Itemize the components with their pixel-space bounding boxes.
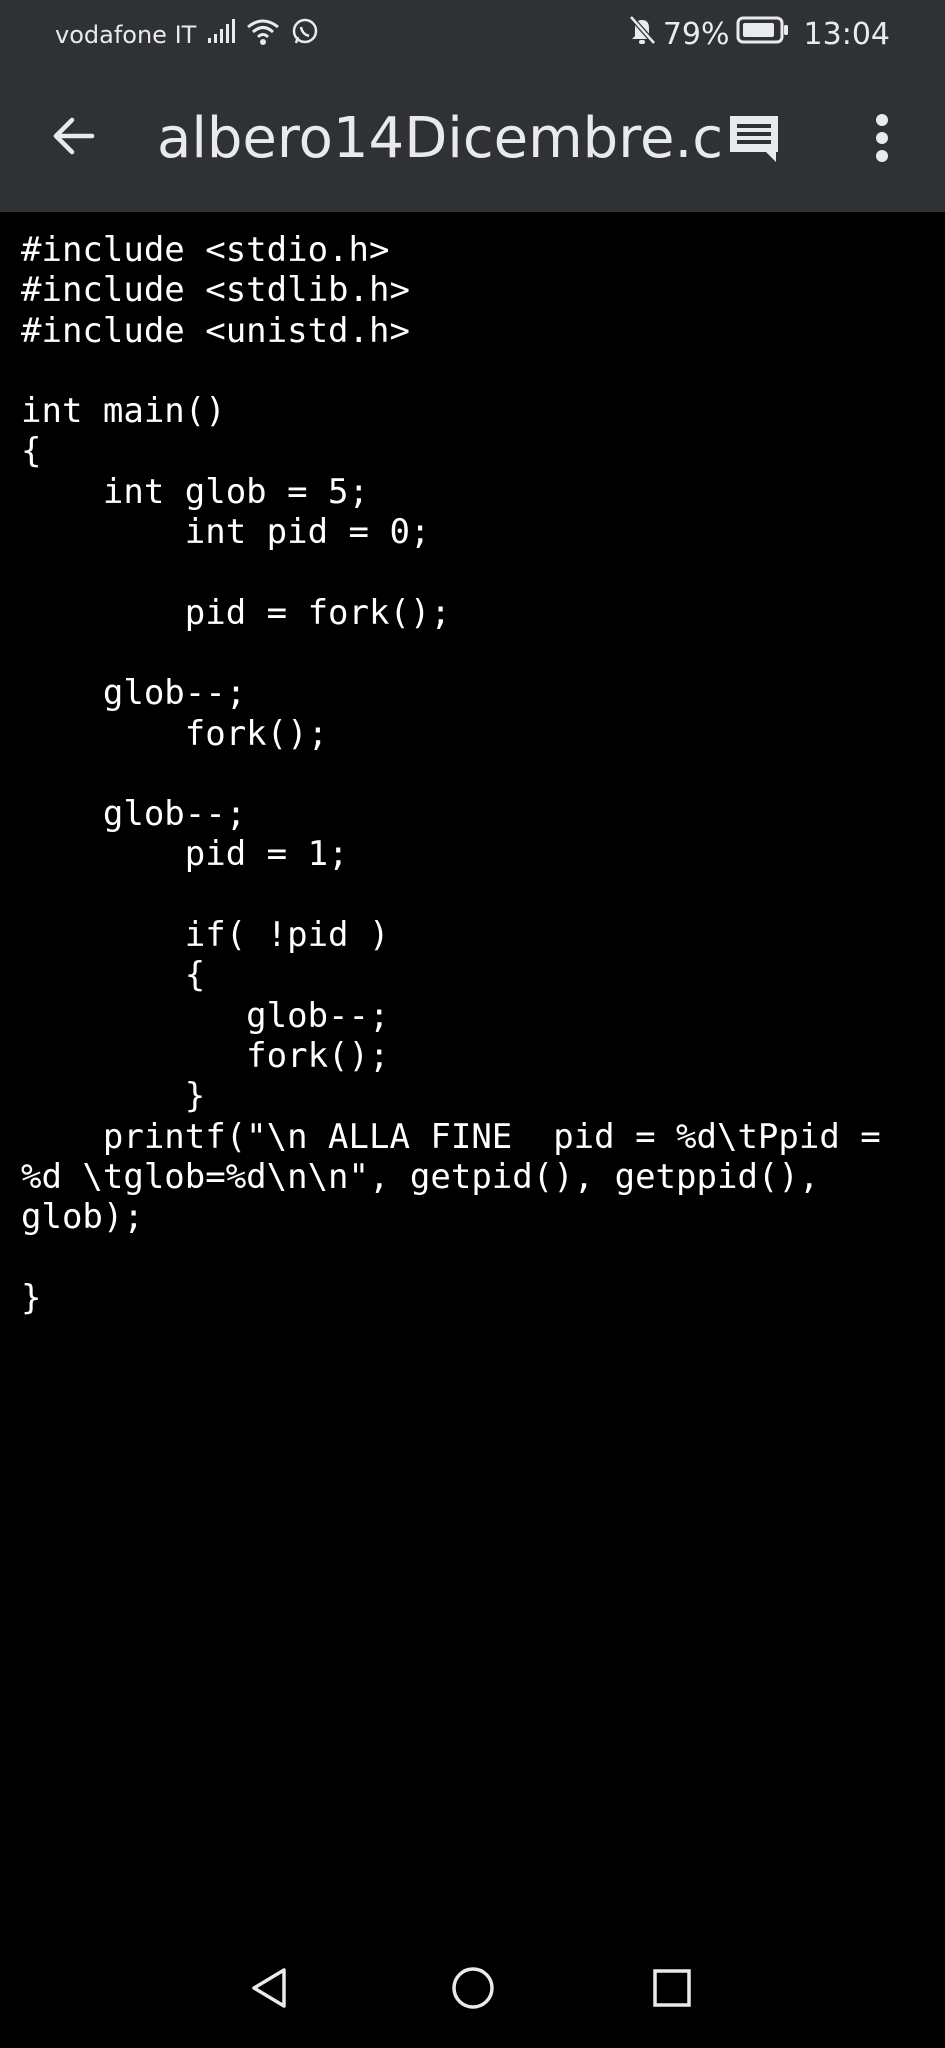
- code-line: #include <unistd.h>: [21, 310, 410, 351]
- clock: 13:04: [803, 16, 890, 52]
- nav-recents-button[interactable]: [636, 1954, 708, 2026]
- code-line: glob--;: [21, 673, 247, 714]
- code-line: }: [21, 1277, 42, 1318]
- code-line: }: [21, 1076, 206, 1117]
- code-line: #include <stdlib.h>: [21, 270, 410, 311]
- nav-back-button[interactable]: [234, 1954, 306, 2026]
- back-arrow-icon: [50, 112, 98, 165]
- code-line: glob--;: [21, 794, 247, 835]
- comment-button[interactable]: [718, 104, 790, 176]
- nav-home-button[interactable]: [437, 1954, 509, 2026]
- carrier-label: vodafone IT: [55, 21, 197, 49]
- more-options-button[interactable]: [846, 104, 918, 176]
- code-line: {: [21, 431, 42, 472]
- wifi-icon: [246, 18, 280, 52]
- comment-icon: [726, 110, 782, 171]
- code-line: #include <stdio.h>: [21, 230, 390, 270]
- signal-icon: [206, 19, 236, 51]
- code-line: int main(): [21, 391, 226, 432]
- more-vert-icon: [874, 113, 890, 167]
- file-title: albero14Dicembre.c: [157, 106, 724, 171]
- status-bar: vodafone IT 79% 13:04: [0, 0, 945, 68]
- code-line: fork();: [21, 1035, 390, 1076]
- recents-square-icon: [650, 1966, 694, 2015]
- back-button[interactable]: [38, 102, 110, 174]
- code-viewer[interactable]: #include <stdio.h> #include <stdlib.h> #…: [0, 212, 945, 1932]
- code-line: pid = fork();: [21, 592, 451, 633]
- code-line: %d \tglob=%d\n\n", getpid(), getppid(),: [21, 1156, 820, 1197]
- source-code: #include <stdio.h> #include <stdlib.h> #…: [21, 230, 936, 1318]
- back-triangle-icon: [248, 1966, 292, 2015]
- battery-icon: [736, 15, 790, 53]
- code-line: glob);: [21, 1197, 144, 1238]
- code-line: fork();: [21, 713, 329, 754]
- code-line: glob--;: [21, 995, 390, 1036]
- home-circle-icon: [451, 1966, 495, 2015]
- status-right: 79% 13:04: [627, 14, 890, 54]
- navigation-bar: [0, 1932, 945, 2048]
- whatsapp-icon: [290, 17, 320, 53]
- code-line: printf("\n ALLA FINE pid = %d\tPpid =: [21, 1116, 881, 1157]
- code-line: {: [21, 955, 206, 996]
- battery-percent: 79%: [662, 16, 730, 52]
- code-line: int pid = 0;: [21, 512, 431, 553]
- mute-notifications-icon: [627, 14, 657, 54]
- code-line: int glob = 5;: [21, 471, 369, 512]
- code-line: pid = 1;: [21, 834, 349, 875]
- app-bar: albero14Dicembre.c: [0, 68, 945, 212]
- code-line: if( !pid ): [21, 915, 390, 956]
- status-left: vodafone IT: [55, 18, 320, 52]
